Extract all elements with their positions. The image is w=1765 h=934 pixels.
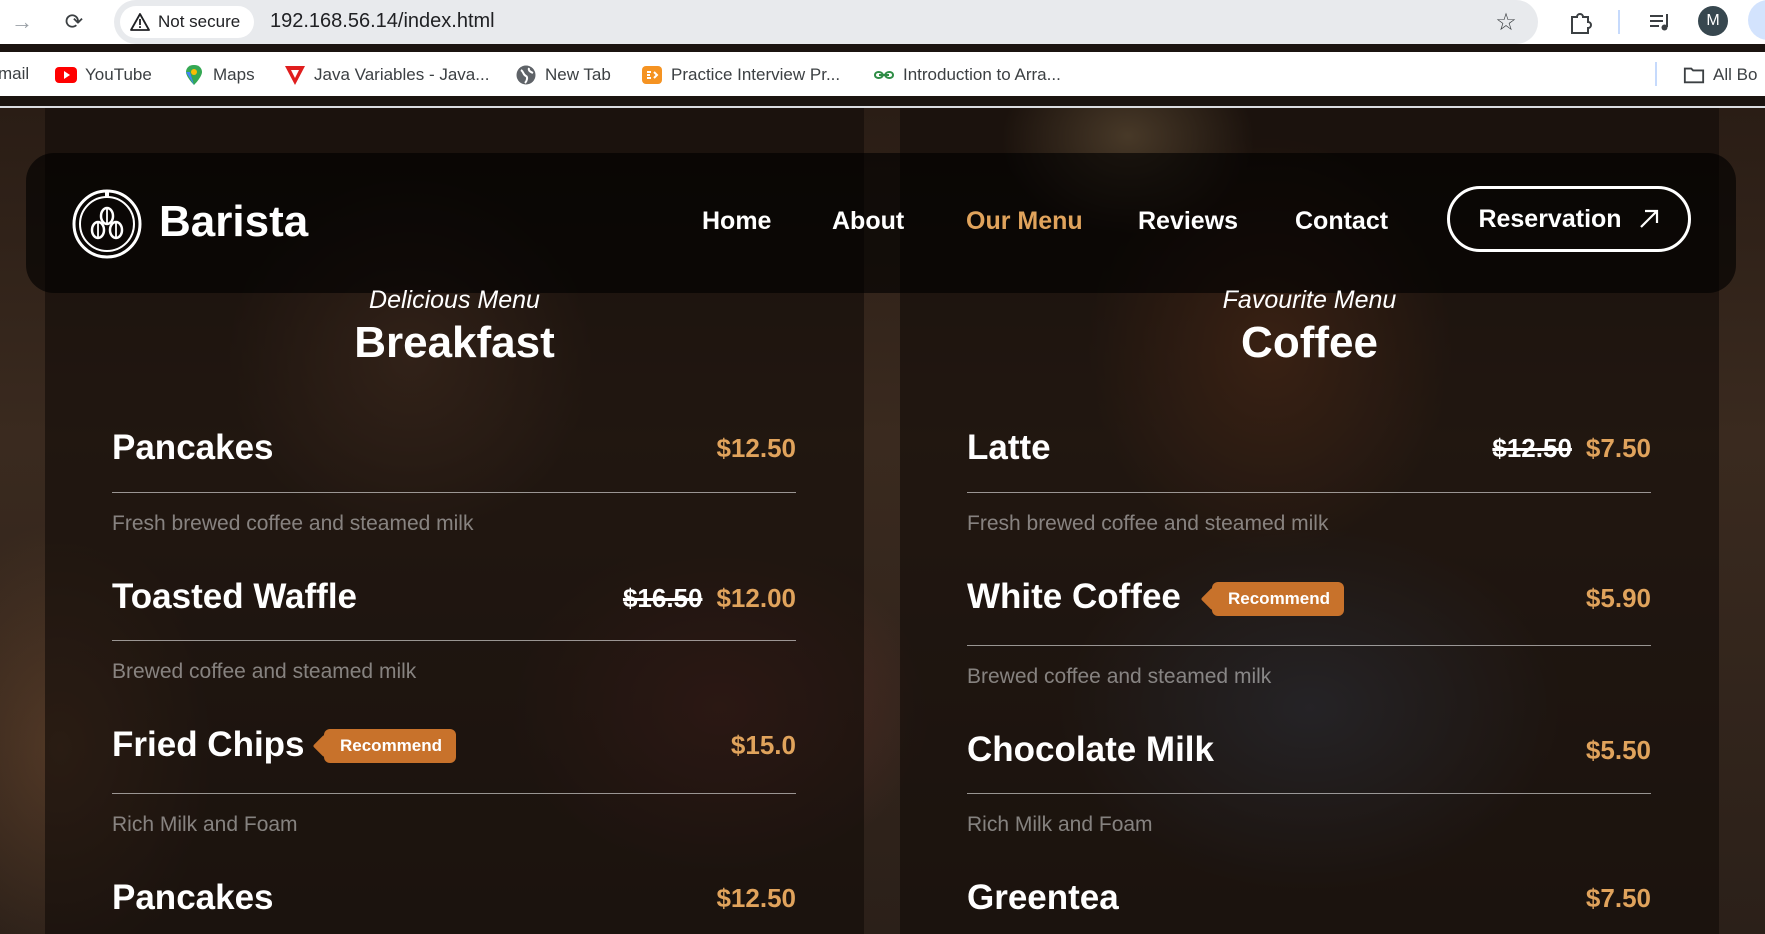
item-price: $12.50 (716, 433, 796, 463)
bookmarks-separator (1655, 62, 1657, 86)
coffee-item-price-group: $12.50 $7.50 (1492, 433, 1651, 464)
coffee-item-name: Latte (967, 428, 1051, 467)
media-queue-icon[interactable] (1646, 8, 1674, 36)
item-price: $15.0 (730, 730, 796, 760)
coffee-item-name: White Coffee (967, 577, 1181, 616)
nav-about[interactable]: About (832, 207, 904, 236)
item-price: $5.50 (1585, 735, 1651, 765)
bookmark-new-tab[interactable]: New Tab (515, 64, 611, 86)
security-label: Not secure (158, 12, 241, 31)
breakfast-item-price-group: $12.50 (716, 433, 796, 464)
bookmarks-bar: mail YouTube Maps Java Variables - Java.… (0, 52, 1765, 96)
item-divider (112, 640, 796, 641)
bookmark-label: mail (0, 64, 30, 83)
item-divider (967, 793, 1651, 794)
maps-pin-icon (183, 64, 205, 86)
bookmark-label: Java Variables - Java... (314, 65, 490, 84)
recommend-badge: Recommend (324, 729, 457, 763)
url-text[interactable]: 192.168.56.14/index.html (270, 10, 495, 33)
folder-icon (1683, 64, 1705, 86)
warning-triangle-icon (130, 13, 150, 31)
breakfast-title: Breakfast (354, 318, 555, 367)
brand-name[interactable]: Barista (159, 197, 308, 247)
browser-toolbar: → ⟳ Not secure 192.168.56.14/index.html … (0, 0, 1765, 44)
forward-arrow-icon[interactable]: → (8, 8, 36, 36)
youtube-icon (55, 64, 77, 86)
security-indicator[interactable]: Not secure (120, 6, 255, 38)
site-header: Barista Home About Our Menu Reviews Cont… (26, 153, 1736, 293)
item-description: Rich Milk and Foam (112, 813, 298, 836)
reload-icon[interactable]: ⟳ (60, 8, 88, 36)
toolbar-separator (1618, 10, 1620, 34)
nav-contact[interactable]: Contact (1295, 207, 1388, 236)
breakfast-subtitle: Delicious Menu (369, 286, 540, 314)
coffee-title: Coffee (1241, 318, 1378, 367)
bookmark-youtube[interactable]: YouTube (55, 64, 152, 86)
item-description: Fresh brewed coffee and steamed milk (967, 512, 1329, 535)
address-bar[interactable]: Not secure 192.168.56.14/index.html ☆ (114, 0, 1538, 44)
bookmark-maps[interactable]: Maps (183, 64, 255, 86)
bookmark-label: Practice Interview Pr... (671, 65, 841, 84)
bookmark-label: YouTube (85, 65, 152, 84)
item-description: Fresh brewed coffee and steamed milk (112, 512, 474, 535)
breakfast-item-name: Fried Chips (112, 725, 305, 764)
reservation-button[interactable]: Reservation (1447, 186, 1691, 252)
nav-our-menu[interactable]: Our Menu (966, 207, 1083, 236)
barista-logo-icon[interactable] (71, 188, 143, 260)
bookmark-gmail[interactable]: mail (0, 64, 29, 84)
badge-label: Recommend (340, 736, 443, 755)
nav-reviews[interactable]: Reviews (1138, 207, 1238, 236)
bookmark-label: Introduction to Arra... (903, 65, 1061, 84)
tpoint-logo-icon (284, 64, 306, 86)
coffee-item-name: Chocolate Milk (967, 730, 1214, 769)
bookmark-java-variables[interactable]: Java Variables - Java... (284, 64, 489, 86)
item-divider (112, 793, 796, 794)
item-price: $5.90 (1585, 583, 1651, 613)
breakfast-item-name: Pancakes (112, 878, 274, 917)
arrow-up-right-icon (1639, 209, 1658, 228)
coffee-item-name: Greentea (967, 878, 1119, 917)
item-description: Rich Milk and Foam (967, 813, 1153, 836)
item-divider (112, 492, 796, 493)
item-divider (967, 492, 1651, 493)
breakfast-item-price-group: $15.0 (731, 730, 796, 761)
item-price: $12.50 (716, 883, 796, 913)
item-divider (967, 645, 1651, 646)
recommend-badge: Recommend (1212, 582, 1345, 616)
bookmark-label: New Tab (545, 65, 611, 84)
item-price: $7.50 (1585, 883, 1651, 913)
page-viewport: Barista Home About Our Menu Reviews Cont… (0, 108, 1765, 934)
bookmark-label: All Bo (1713, 65, 1758, 84)
item-old-price: $16.50 (622, 583, 703, 613)
item-old-price: $12.50 (1492, 433, 1572, 463)
globe-icon (515, 64, 537, 86)
bookmark-star-icon[interactable]: ☆ (1492, 8, 1520, 36)
coffee-item-price-group: $5.50 (1586, 735, 1651, 766)
extensions-puzzle-icon[interactable] (1566, 8, 1594, 36)
coffee-item-price-group: $5.90 (1586, 583, 1651, 614)
bookmark-practice-interview[interactable]: Practice Interview Pr... (641, 64, 840, 86)
coffee-subtitle: Favourite Menu (1222, 286, 1397, 314)
side-panel-button[interactable] (1748, 0, 1765, 40)
bookmark-label: Maps (213, 65, 255, 84)
breakfast-item-price-group: $16.50 $12.00 (623, 583, 796, 614)
bookmark-intro-arrays[interactable]: Introduction to Arra... (873, 64, 1061, 86)
coding-site-icon (641, 64, 663, 86)
nav-home[interactable]: Home (702, 207, 771, 236)
coffee-item-price-group: $7.50 (1586, 883, 1651, 914)
badge-label: Recommend (1228, 589, 1331, 608)
breakfast-item-name: Toasted Waffle (112, 577, 358, 616)
gfg-logo-icon (873, 64, 895, 86)
breakfast-item-name: Pancakes (112, 428, 274, 467)
breakfast-item-price-group: $12.50 (716, 883, 796, 914)
bookmark-all-bookmarks[interactable]: All Bo (1683, 64, 1757, 86)
item-price: $12.00 (716, 583, 796, 613)
profile-avatar[interactable]: M (1698, 6, 1728, 36)
item-description: Brewed coffee and steamed milk (112, 660, 417, 683)
item-price: $7.50 (1585, 433, 1651, 463)
reservation-label: Reservation (1478, 204, 1622, 233)
item-description: Brewed coffee and steamed milk (967, 665, 1272, 688)
